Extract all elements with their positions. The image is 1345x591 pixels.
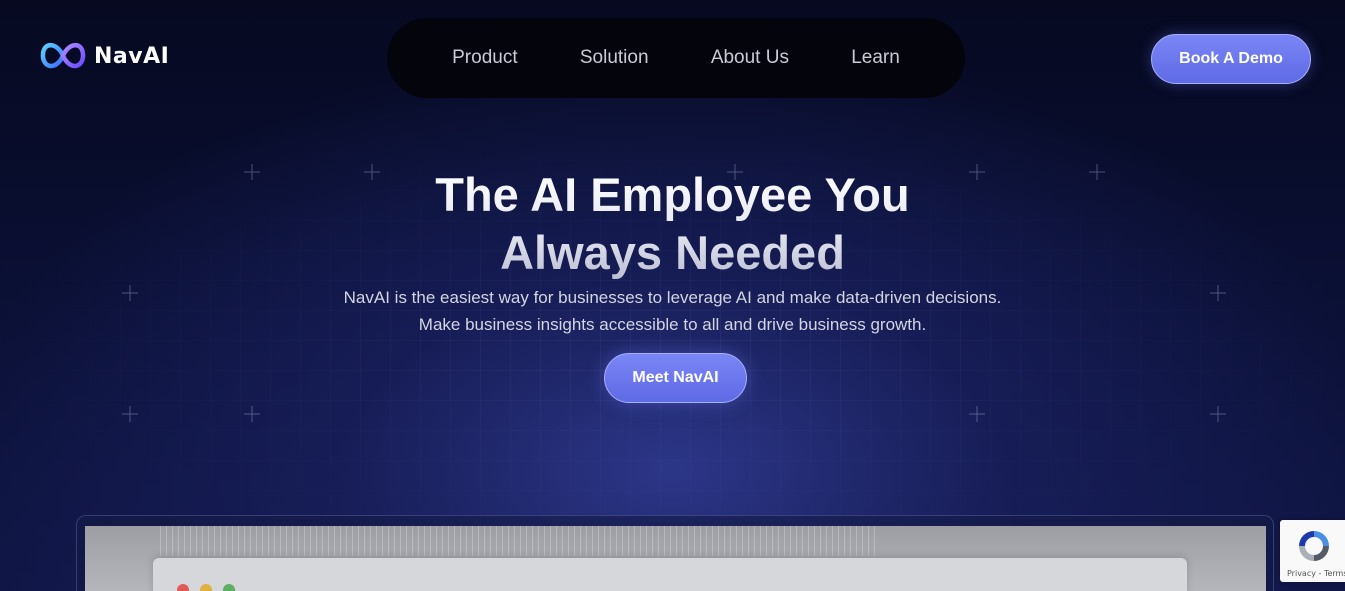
recaptcha-privacy-terms[interactable]: Privacy - Terms: [1287, 569, 1345, 578]
preview-app-window: [153, 558, 1187, 591]
hero-title-line-1: The AI Employee You: [435, 168, 910, 221]
hero-subtitle-line-2: Make business insights accessible to all…: [418, 315, 927, 334]
preview-decoration: [160, 526, 880, 556]
window-minimize-dot-icon: [200, 584, 212, 591]
nav-item-about-us[interactable]: About Us: [711, 47, 789, 69]
brand-name: NavAI: [94, 43, 170, 69]
nav-item-solution[interactable]: Solution: [580, 47, 649, 69]
main-nav: Product Solution About Us Learn: [387, 18, 965, 98]
hero-subtitle: NavAI is the easiest way for businesses …: [0, 284, 1345, 338]
hero-title-line-2: Always Needed: [500, 226, 845, 279]
recaptcha-icon: [1299, 531, 1329, 561]
brand-logo[interactable]: NavAI: [40, 35, 169, 77]
recaptcha-badge[interactable]: Privacy - Terms: [1280, 520, 1345, 582]
landing-page: NavAI Product Solution About Us Learn Bo…: [0, 0, 1345, 591]
navai-infinity-logo-icon: [40, 43, 86, 69]
hero-subtitle-line-1: NavAI is the easiest way for businesses …: [343, 288, 1002, 307]
hero-title: The AI Employee You Always Needed: [0, 166, 1345, 282]
nav-item-product[interactable]: Product: [452, 47, 517, 69]
product-preview-screenshot: [85, 526, 1266, 591]
meet-navai-button[interactable]: Meet NavAI: [604, 353, 747, 403]
nav-item-learn[interactable]: Learn: [851, 47, 900, 69]
book-demo-button[interactable]: Book A Demo: [1151, 34, 1311, 84]
window-maximize-dot-icon: [223, 584, 235, 591]
window-close-dot-icon: [177, 584, 189, 591]
